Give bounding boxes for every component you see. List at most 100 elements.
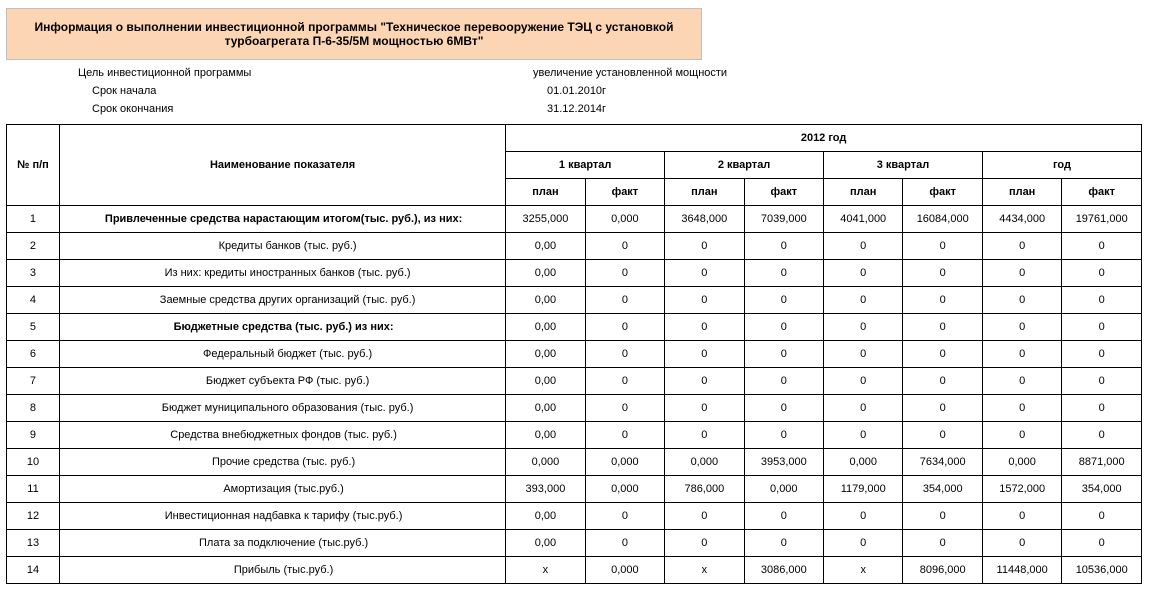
cell-value: 0 [744, 368, 823, 395]
cell-name: Средства внебюджетных фондов (тыс. руб.) [59, 422, 505, 449]
th-yr: год [982, 152, 1141, 179]
table-row: 7Бюджет субъекта РФ (тыс. руб.)0,0000000… [7, 368, 1142, 395]
cell-value: 0 [585, 341, 664, 368]
cell-value: 0 [1062, 233, 1142, 260]
cell-value: 0 [665, 233, 744, 260]
table-row: 13Плата за подключение (тыс.руб.)0,00000… [7, 530, 1142, 557]
cell-value: 0,00 [506, 530, 585, 557]
end-value: 31.12.2014г [547, 100, 947, 118]
cell-value: 1179,000 [824, 476, 903, 503]
table-row: 4Заемные средства других организаций (ты… [7, 287, 1142, 314]
end-label: Срок окончания [78, 100, 547, 118]
cell-value: 0,000 [585, 449, 664, 476]
cell-value: 0 [585, 314, 664, 341]
cell-value: x [665, 557, 744, 584]
info-row-goal: Цель инвестиционной программы увеличение… [78, 64, 1146, 82]
cell-name: Инвестиционная надбавка к тарифу (тыс.ру… [59, 503, 505, 530]
cell-num: 12 [7, 503, 60, 530]
cell-value: 0,000 [824, 449, 903, 476]
cell-value: 0,00 [506, 260, 585, 287]
table-header: № п/п Наименование показателя 2012 год 1… [7, 125, 1142, 206]
title-text: Информация о выполнении инвестиционной п… [17, 20, 691, 48]
cell-value: 0,00 [506, 314, 585, 341]
cell-value: 0,000 [665, 449, 744, 476]
cell-value: 0 [744, 314, 823, 341]
cell-value: 0 [824, 503, 903, 530]
cell-value: 0 [744, 341, 823, 368]
cell-value: 0 [824, 314, 903, 341]
cell-value: 0 [744, 395, 823, 422]
cell-value: 3953,000 [744, 449, 823, 476]
th-q2: 2 квартал [665, 152, 824, 179]
th-q3-fact: факт [903, 179, 982, 206]
cell-value: 0 [903, 530, 982, 557]
table-row: 10Прочие средства (тыс. руб.)0,0000,0000… [7, 449, 1142, 476]
cell-num: 9 [7, 422, 60, 449]
table-row: 9Средства внебюджетных фондов (тыс. руб.… [7, 422, 1142, 449]
cell-value: 7634,000 [903, 449, 982, 476]
cell-num: 4 [7, 287, 60, 314]
cell-value: 0,00 [506, 422, 585, 449]
th-q2-plan: план [665, 179, 744, 206]
cell-value: 0 [982, 503, 1061, 530]
cell-value: 0 [744, 503, 823, 530]
cell-num: 7 [7, 368, 60, 395]
cell-value: 7039,000 [744, 206, 823, 233]
cell-value: 0,000 [744, 476, 823, 503]
th-yr-plan: план [982, 179, 1061, 206]
cell-name: Плата за подключение (тыс.руб.) [59, 530, 505, 557]
th-year: 2012 год [506, 125, 1142, 152]
cell-value: 0 [585, 422, 664, 449]
table-row: 6Федеральный бюджет (тыс. руб.)0,0000000… [7, 341, 1142, 368]
info-row-start: Срок начала 01.01.2010г [78, 82, 1146, 100]
cell-num: 1 [7, 206, 60, 233]
cell-value: 3648,000 [665, 206, 744, 233]
table-body: 1Привлеченные средства нарастающим итого… [7, 206, 1142, 584]
cell-value: 0 [744, 233, 823, 260]
cell-value: 0 [585, 503, 664, 530]
cell-value: 8871,000 [1062, 449, 1142, 476]
cell-value: 0 [744, 260, 823, 287]
cell-name: Привлеченные средства нарастающим итогом… [59, 206, 505, 233]
start-value: 01.01.2010г [547, 82, 947, 100]
cell-value: 3255,000 [506, 206, 585, 233]
cell-value: 786,000 [665, 476, 744, 503]
cell-num: 10 [7, 449, 60, 476]
cell-value: 0 [1062, 395, 1142, 422]
cell-name: Бюджет муниципального образования (тыс. … [59, 395, 505, 422]
cell-value: 19761,000 [1062, 206, 1142, 233]
cell-value: 0 [585, 368, 664, 395]
cell-value: 0 [585, 395, 664, 422]
cell-value: 0 [824, 341, 903, 368]
cell-value: 0 [585, 233, 664, 260]
cell-value: 0 [903, 395, 982, 422]
cell-value: 16084,000 [903, 206, 982, 233]
th-yr-fact: факт [1062, 179, 1142, 206]
cell-value: 0 [824, 368, 903, 395]
spreadsheet-area: Информация о выполнении инвестиционной п… [0, 0, 1152, 592]
cell-value: 0,00 [506, 287, 585, 314]
cell-value: 0 [744, 287, 823, 314]
cell-value: 0 [982, 368, 1061, 395]
cell-value: 0 [1062, 287, 1142, 314]
table-row: 5Бюджетные средства (тыс. руб.) из них:0… [7, 314, 1142, 341]
program-info: Цель инвестиционной программы увеличение… [78, 64, 1146, 118]
th-q1-fact: факт [585, 179, 664, 206]
cell-value: 393,000 [506, 476, 585, 503]
cell-value: 0,000 [585, 476, 664, 503]
cell-value: x [506, 557, 585, 584]
cell-value: 0 [903, 314, 982, 341]
table-row: 12Инвестиционная надбавка к тарифу (тыс.… [7, 503, 1142, 530]
cell-value: 0 [903, 260, 982, 287]
cell-num: 8 [7, 395, 60, 422]
cell-value: 0 [665, 368, 744, 395]
cell-name: Бюджетные средства (тыс. руб.) из них: [59, 314, 505, 341]
cell-value: 8096,000 [903, 557, 982, 584]
cell-value: 0 [1062, 341, 1142, 368]
cell-value: 0 [585, 530, 664, 557]
th-num: № п/п [7, 125, 60, 206]
th-q3: 3 квартал [824, 152, 983, 179]
cell-value: 0 [1062, 422, 1142, 449]
cell-value: 0 [1062, 260, 1142, 287]
table-row: 2Кредиты банков (тыс. руб.)0,000000000 [7, 233, 1142, 260]
